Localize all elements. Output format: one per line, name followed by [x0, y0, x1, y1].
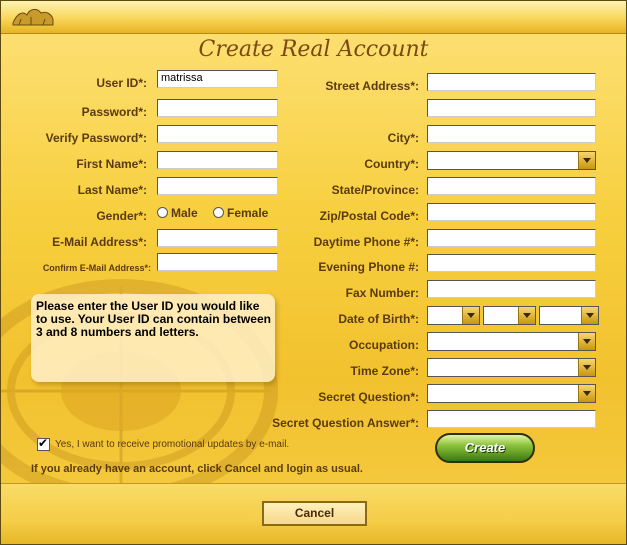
- last-name-input[interactable]: [157, 177, 278, 195]
- gender-label: Gender*:: [96, 209, 147, 223]
- gender-male-label: Male: [171, 206, 198, 220]
- password-input[interactable]: [157, 99, 278, 117]
- lion-logo-icon: [12, 8, 54, 26]
- timezone-dropdown[interactable]: [427, 358, 596, 377]
- first-name-label: First Name*:: [76, 157, 147, 171]
- city-label: City*:: [387, 131, 419, 145]
- zip-input[interactable]: [427, 203, 596, 221]
- email-input[interactable]: [157, 229, 278, 247]
- city-input[interactable]: [427, 125, 596, 143]
- dob-label: Date of Birth*:: [338, 312, 419, 326]
- state-label: State/Province:: [331, 183, 419, 197]
- title-bar: [1, 1, 626, 34]
- occupation-dropdown[interactable]: [427, 332, 596, 351]
- confirm-email-label: Confirm E-Mail Address*:: [42, 263, 151, 273]
- dob-day-dropdown[interactable]: [483, 306, 536, 325]
- chevron-down-icon[interactable]: [578, 359, 595, 376]
- user-id-label: User ID*:: [96, 76, 147, 90]
- first-name-input[interactable]: [157, 151, 278, 169]
- user-id-hint-box: Please enter the User ID you would like …: [31, 294, 275, 382]
- chevron-down-icon[interactable]: [578, 333, 595, 350]
- dob-month-dropdown[interactable]: [427, 306, 480, 325]
- hint-text: Please enter the User ID you would like …: [36, 299, 271, 339]
- create-button[interactable]: Create: [435, 433, 535, 463]
- fax-label: Fax Number:: [345, 286, 419, 300]
- country-dropdown[interactable]: [427, 151, 596, 170]
- confirm-email-input[interactable]: [157, 253, 278, 271]
- verify-password-label: Verify Password*:: [45, 131, 147, 145]
- dob-year-dropdown[interactable]: [539, 306, 599, 325]
- create-account-window: Create Real Account User ID*: matrissa P…: [0, 0, 627, 545]
- last-name-label: Last Name*:: [77, 183, 147, 197]
- secret-question-dropdown[interactable]: [427, 384, 596, 403]
- zip-label: Zip/Postal Code*:: [319, 209, 419, 223]
- state-input[interactable]: [427, 177, 596, 195]
- gender-female-radio[interactable]: [213, 207, 224, 218]
- street-label: Street Address*:: [325, 79, 419, 93]
- user-id-input[interactable]: matrissa: [157, 70, 278, 88]
- already-have-account-text: If you already have an account, click Ca…: [31, 463, 363, 475]
- chevron-down-icon[interactable]: [518, 307, 535, 324]
- gender-female-label: Female: [227, 206, 269, 220]
- secret-answer-label: Secret Question Answer*:: [272, 416, 419, 430]
- country-label: Country*:: [364, 157, 419, 171]
- chevron-down-icon[interactable]: [578, 385, 595, 402]
- email-label: E-Mail Address*:: [52, 235, 147, 249]
- promo-checkbox-label: Yes, I want to receive promotional updat…: [55, 439, 290, 450]
- secret-answer-input[interactable]: [427, 410, 596, 428]
- evening-phone-input[interactable]: [427, 254, 596, 272]
- cancel-button[interactable]: Cancel: [262, 501, 367, 526]
- chevron-down-icon[interactable]: [462, 307, 479, 324]
- fax-input[interactable]: [427, 280, 596, 298]
- street-address-line2-input[interactable]: [427, 99, 596, 117]
- street-address-input[interactable]: [427, 73, 596, 91]
- occupation-label: Occupation:: [348, 338, 419, 352]
- promo-checkbox[interactable]: [37, 436, 50, 451]
- chevron-down-icon[interactable]: [578, 152, 595, 169]
- evening-phone-label: Evening Phone #:: [318, 260, 419, 274]
- timezone-label: Time Zone*:: [350, 364, 419, 378]
- daytime-phone-input[interactable]: [427, 229, 596, 247]
- secret-question-label: Secret Question*:: [318, 390, 419, 404]
- page-title: Create Real Account: [198, 37, 429, 62]
- chevron-down-icon[interactable]: [581, 307, 598, 324]
- verify-password-input[interactable]: [157, 125, 278, 143]
- daytime-phone-label: Daytime Phone #*:: [313, 235, 419, 249]
- gender-male-radio[interactable]: [157, 207, 168, 218]
- password-label: Password*:: [81, 105, 147, 119]
